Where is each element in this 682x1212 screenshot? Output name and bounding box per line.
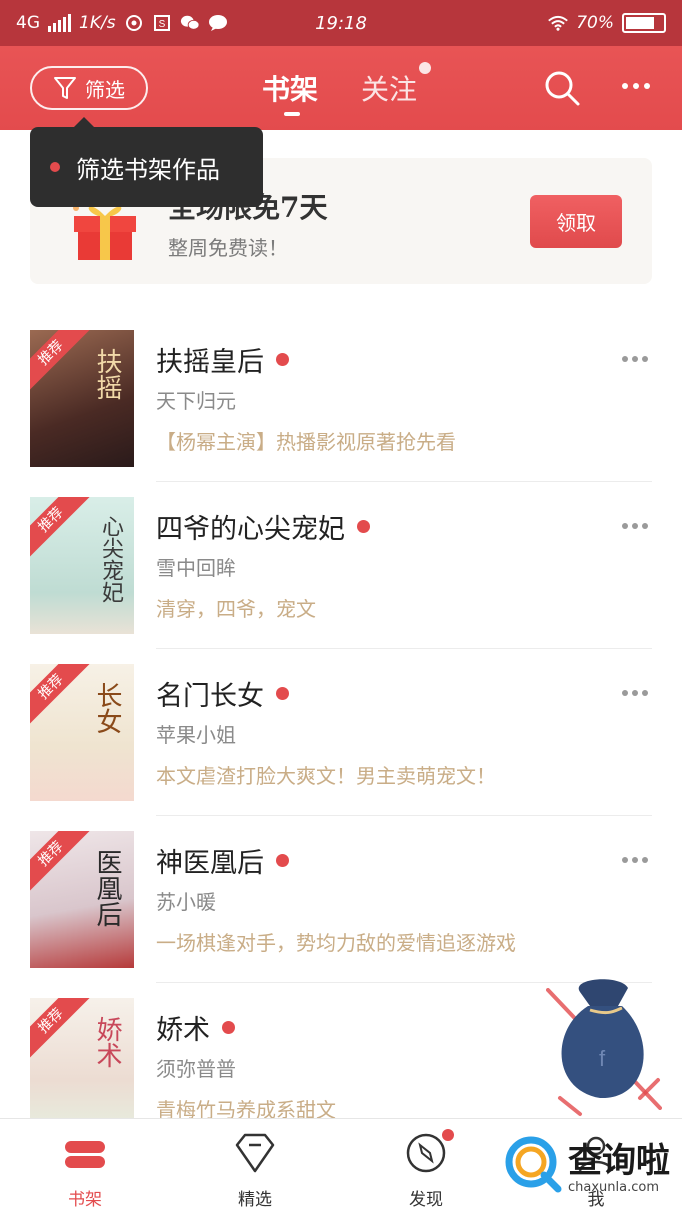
book-more-icon[interactable] — [622, 352, 652, 366]
tab-follow[interactable]: 关注 — [361, 62, 432, 108]
tab-bookshelf-bottom[interactable]: 书架 — [35, 1131, 135, 1210]
cover-art-text: 娇术 — [92, 1016, 122, 1068]
network-speed: 1K/s — [79, 13, 116, 33]
cover-art-text: 医凰后 — [92, 849, 122, 927]
signal-icon — [48, 14, 71, 32]
watermark-url: chaxunla.com — [568, 1180, 659, 1195]
book-title: 娇术 — [156, 1008, 235, 1047]
s-app-icon: S — [152, 13, 172, 33]
lucky-bag-icon[interactable]: f — [540, 970, 670, 1120]
book-title: 四爷的心尖宠妃 — [156, 507, 370, 546]
battery-icon — [622, 13, 666, 33]
filter-label: 筛选 — [85, 77, 125, 102]
book-author: 苏小暖 — [156, 890, 216, 914]
book-item[interactable]: 长女 推荐 名门长女 苹果小姐 本文虐渣打脸大爽文！男主卖萌宠文！ — [30, 664, 652, 832]
book-item[interactable]: 心尖宠妃 推荐 四爷的心尖宠妃 雪中回眸 清穿，四爷，宠文 — [30, 497, 652, 665]
tab-label: 精选 — [238, 1190, 272, 1210]
tab-label: 发现 — [409, 1190, 443, 1210]
book-title: 扶摇皇后 — [156, 340, 289, 379]
tab-discover[interactable]: 发现 — [376, 1129, 476, 1210]
svg-text:f: f — [599, 1046, 606, 1071]
book-cover: 扶摇 推荐 — [30, 330, 134, 467]
cover-art-text: 长女 — [92, 682, 122, 734]
active-tab-indicator — [284, 112, 300, 116]
update-dot — [222, 1021, 235, 1034]
book-cover: 心尖宠妃 推荐 — [30, 497, 134, 634]
promo-subtitle: 整周免费读！ — [168, 236, 288, 260]
battery-percent: 70% — [576, 13, 614, 33]
site-watermark: 查询啦 chaxunla.com — [504, 1124, 680, 1204]
filter-button[interactable]: 筛选 — [30, 66, 148, 110]
book-item[interactable]: 扶摇 推荐 扶摇皇后 天下归元 【杨幂主演】热播影视原著抢先看 — [30, 330, 652, 498]
watermark-text: 查询啦 — [568, 1141, 670, 1181]
status-bar: 4G 1K/s S 19:18 70% — [0, 0, 682, 46]
book-cover: 长女 推荐 — [30, 664, 134, 801]
svg-text:S: S — [158, 19, 165, 30]
book-cover: 医凰后 推荐 — [30, 831, 134, 968]
tab-follow-label: 关注 — [361, 73, 418, 106]
top-nav-bar: 筛选 书架 关注 — [0, 46, 682, 130]
book-author: 雪中回眸 — [156, 556, 236, 580]
update-dot — [357, 520, 370, 533]
book-author: 苹果小姐 — [156, 723, 236, 747]
compass-icon — [406, 1133, 446, 1173]
book-description: 【杨幂主演】热播影视原著抢先看 — [156, 430, 456, 454]
filter-icon — [54, 77, 76, 99]
more-icon[interactable] — [622, 76, 658, 96]
tab-bookshelf[interactable]: 书架 — [262, 68, 319, 116]
tab-bookshelf-label: 书架 — [262, 73, 319, 106]
book-more-icon[interactable] — [622, 686, 652, 700]
divider — [156, 481, 652, 482]
book-description: 一场棋逢对手，势均力敌的爱情追逐游戏 — [156, 931, 516, 955]
book-title: 神医凰后 — [156, 841, 289, 880]
divider — [156, 815, 652, 816]
discover-notification-dot — [442, 1129, 454, 1141]
wifi-icon — [548, 13, 569, 33]
diamond-icon — [235, 1133, 275, 1173]
update-dot — [276, 687, 289, 700]
update-dot — [276, 353, 289, 366]
book-author: 天下归元 — [156, 389, 236, 413]
claim-button[interactable]: 领取 — [530, 195, 622, 248]
network-type: 4G — [16, 13, 40, 33]
tab-featured[interactable]: 精选 — [205, 1131, 305, 1210]
tooltip-text: 筛选书架作品 — [76, 155, 220, 184]
divider — [156, 648, 652, 649]
book-title: 名门长女 — [156, 674, 289, 713]
follow-notification-dot — [419, 62, 432, 74]
bookshelf-icon — [65, 1141, 105, 1168]
watermark-logo-icon — [505, 1136, 562, 1193]
book-cover: 娇术 推荐 — [30, 998, 134, 1135]
tooltip-dot — [50, 162, 60, 172]
book-description: 本文虐渣打脸大爽文！男主卖萌宠文！ — [156, 764, 496, 788]
cover-art-text: 扶摇 — [92, 348, 122, 400]
filter-tooltip: 筛选书架作品 — [30, 117, 263, 207]
book-more-icon[interactable] — [622, 853, 652, 867]
tab-label: 书架 — [68, 1190, 102, 1210]
message-icon — [208, 13, 228, 33]
cover-art-text: 心尖宠妃 — [98, 515, 123, 603]
search-icon[interactable] — [542, 68, 582, 108]
book-description: 清穿，四爷，宠文 — [156, 597, 316, 621]
wechat-icon — [180, 13, 200, 33]
update-dot — [276, 854, 289, 867]
book-more-icon[interactable] — [622, 519, 652, 533]
app-notification-icon — [124, 13, 144, 33]
book-author: 须弥普普 — [156, 1057, 236, 1081]
